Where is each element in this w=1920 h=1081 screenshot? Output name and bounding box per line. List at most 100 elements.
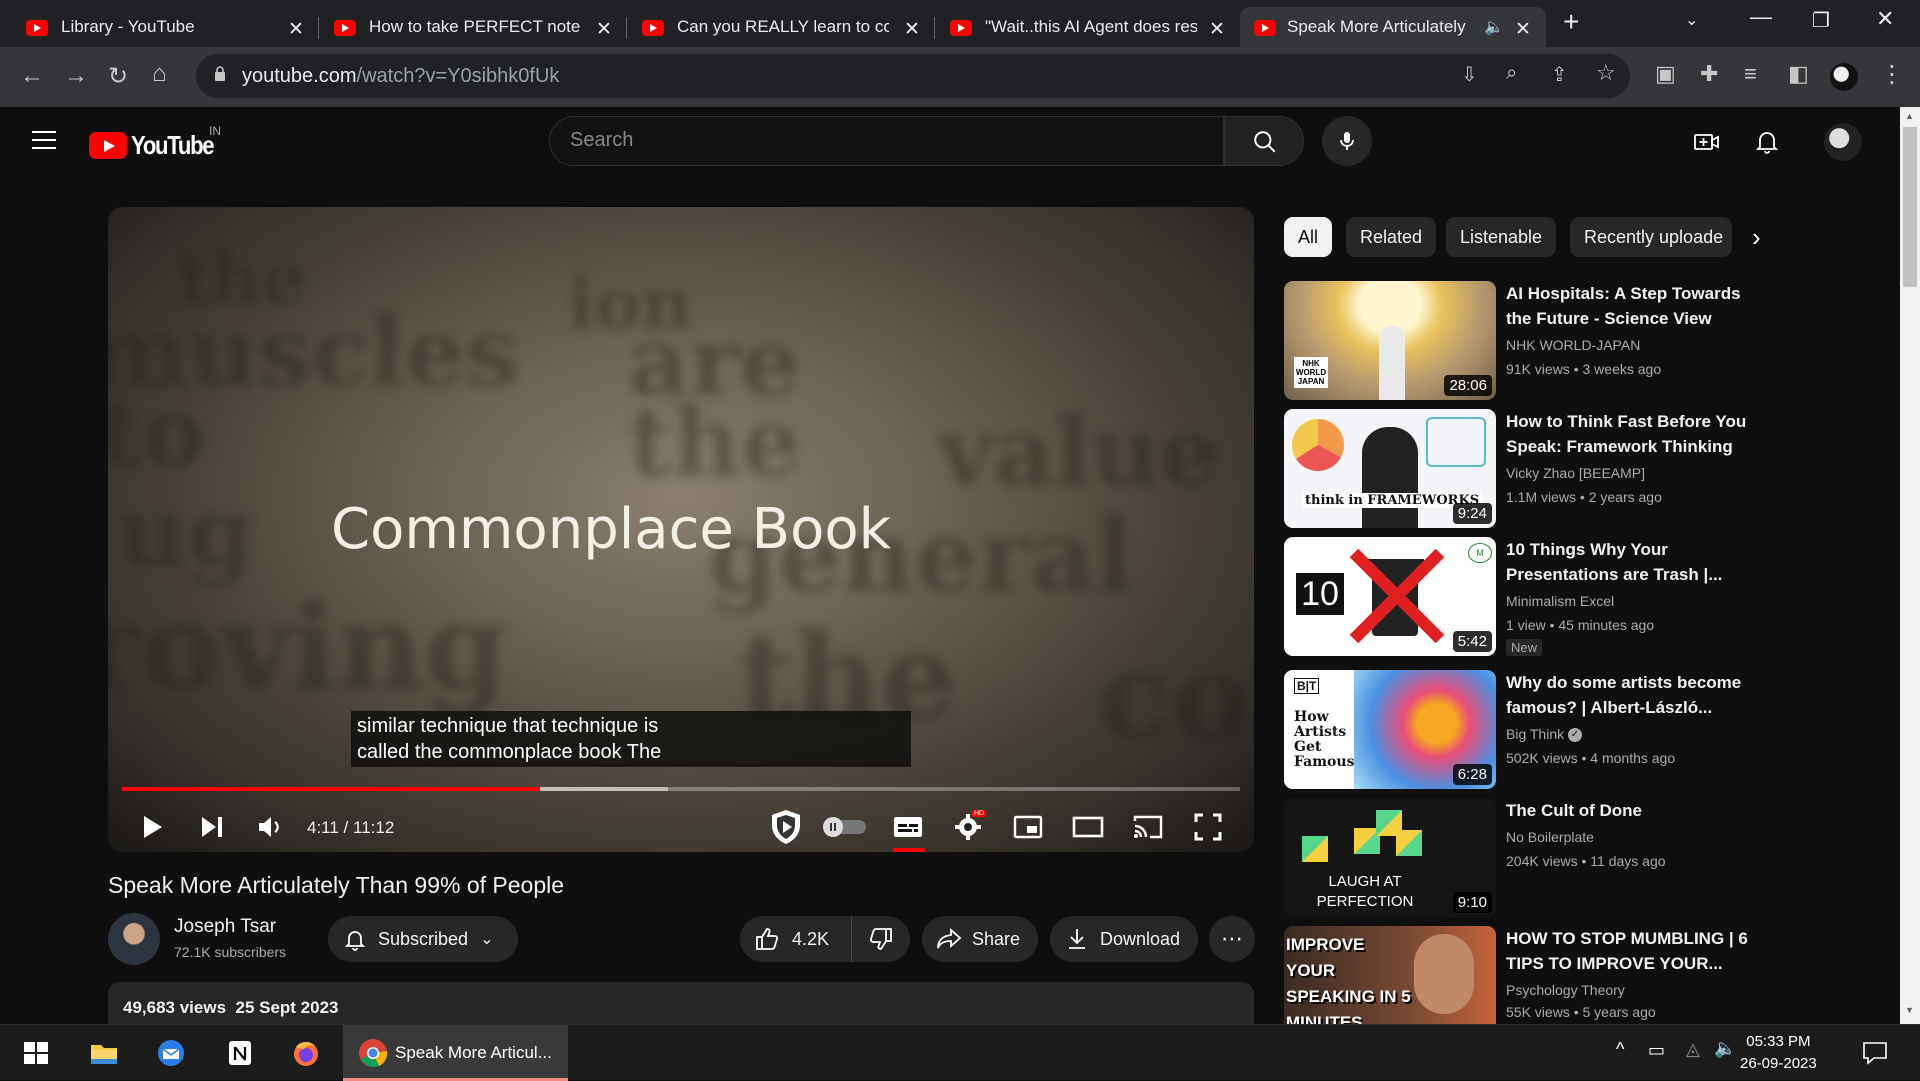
video-thumbnail[interactable]: 10 M 5:42 bbox=[1284, 537, 1496, 656]
chips-next-chevron-icon[interactable]: › bbox=[1752, 222, 1761, 253]
notification-center-icon[interactable] bbox=[1862, 1041, 1888, 1065]
notifications-bell-icon[interactable] bbox=[1752, 127, 1782, 157]
scroll-up-arrow-icon[interactable]: ▲ bbox=[1905, 111, 1914, 121]
recommendation-channel[interactable]: Big Think ✓ bbox=[1506, 726, 1582, 743]
recommendation-title[interactable]: 10 Things Why Your Presentations are Tra… bbox=[1506, 537, 1756, 587]
account-avatar[interactable] bbox=[1824, 123, 1862, 161]
miniplayer-button[interactable] bbox=[1008, 807, 1048, 847]
new-tab-button[interactable]: + bbox=[1563, 6, 1579, 38]
reload-icon[interactable]: ↻ bbox=[108, 62, 128, 91]
autoplay-toggle[interactable] bbox=[820, 807, 870, 847]
tab-ai-agent[interactable]: "Wait..this AI Agent does rese ✕ bbox=[924, 7, 1236, 47]
recommendation-channel[interactable]: No Boilerplate bbox=[1506, 829, 1594, 845]
page-scrollbar[interactable]: ▲ ▼ bbox=[1900, 107, 1920, 1024]
home-icon[interactable]: ⌂ bbox=[152, 60, 167, 88]
windows-start-icon[interactable] bbox=[20, 1037, 52, 1069]
video-thumbnail[interactable]: LAUGH AT PERFECTION 9:10 bbox=[1284, 798, 1496, 917]
file-explorer-icon[interactable] bbox=[88, 1037, 120, 1069]
recommendation-title[interactable]: AI Hospitals: A Step Towards the Future … bbox=[1506, 281, 1756, 331]
chip-all[interactable]: All bbox=[1284, 217, 1333, 257]
youtube-logo[interactable]: YouTube IN bbox=[89, 124, 228, 161]
battery-icon[interactable]: ▭ bbox=[1648, 1040, 1665, 1061]
download-button[interactable]: Download bbox=[1050, 916, 1198, 962]
channel-name[interactable]: Joseph Tsar bbox=[174, 916, 276, 938]
side-panel-icon[interactable]: ◧ bbox=[1788, 61, 1809, 87]
close-tab-icon[interactable]: ✕ bbox=[1209, 18, 1225, 41]
voice-search-button[interactable] bbox=[1322, 116, 1372, 166]
search-input[interactable] bbox=[570, 129, 1210, 152]
minimize-button[interactable]: — bbox=[1750, 4, 1772, 30]
firefox-icon[interactable] bbox=[290, 1037, 322, 1069]
taskbar-chrome-button[interactable]: Speak More Articul... bbox=[343, 1025, 568, 1081]
system-clock[interactable]: 05:33 PM 26-09-2023 bbox=[1740, 1031, 1817, 1075]
fullscreen-button[interactable] bbox=[1188, 807, 1228, 847]
progress-bar[interactable] bbox=[122, 787, 1240, 791]
recommendation-item[interactable]: LAUGH AT PERFECTION 9:10 The Cult of Don… bbox=[1284, 798, 1764, 918]
chip-related[interactable]: Related bbox=[1346, 217, 1437, 257]
wifi-icon[interactable]: ◬ bbox=[1686, 1039, 1700, 1060]
lock-icon[interactable] bbox=[214, 66, 226, 81]
play-button[interactable] bbox=[132, 807, 172, 847]
dislike-button[interactable] bbox=[852, 916, 910, 962]
recommendation-channel[interactable]: Minimalism Excel bbox=[1506, 593, 1614, 609]
video-thumbnail[interactable]: IMPROVE YOUR SPEAKING IN 5 MINUTES bbox=[1284, 926, 1496, 1024]
restore-button[interactable]: ❐ bbox=[1812, 8, 1830, 33]
bookmark-star-icon[interactable]: ☆ bbox=[1596, 60, 1616, 86]
hamburger-menu-icon[interactable] bbox=[32, 131, 56, 149]
search-button[interactable] bbox=[1224, 116, 1304, 166]
close-tab-icon[interactable]: ✕ bbox=[904, 18, 920, 41]
extensions-puzzle-icon[interactable]: ✚ bbox=[1700, 61, 1718, 87]
zoom-icon[interactable]: ⌕ bbox=[1506, 62, 1517, 85]
channel-avatar[interactable] bbox=[108, 913, 160, 965]
recommendation-channel[interactable]: Psychology Theory bbox=[1506, 982, 1625, 998]
chrome-menu-icon[interactable]: ⋮ bbox=[1880, 60, 1904, 89]
settings-button[interactable]: HD bbox=[948, 807, 988, 847]
recommendation-item[interactable]: think in FRAMEWORKS 9:24 How to Think Fa… bbox=[1284, 409, 1764, 529]
like-button[interactable]: 4.2K bbox=[740, 916, 852, 962]
share-button[interactable]: Share bbox=[922, 916, 1038, 962]
create-video-icon[interactable] bbox=[1692, 127, 1722, 157]
recommendation-channel[interactable]: Vicky Zhao [BEEAMP] bbox=[1506, 465, 1645, 481]
scrollbar-thumb[interactable] bbox=[1903, 127, 1917, 287]
recommendation-title[interactable]: Why do some artists become famous? | Alb… bbox=[1506, 670, 1756, 720]
chip-listenable[interactable]: Listenable bbox=[1446, 217, 1557, 257]
video-player[interactable]: the ion muscles are to the value ug gene… bbox=[108, 207, 1254, 852]
tab-search-icon[interactable]: ⌄ bbox=[1685, 10, 1698, 30]
share-page-icon[interactable]: ⇪ bbox=[1551, 62, 1568, 87]
sponsorblock-button[interactable] bbox=[766, 807, 806, 847]
video-thumbnail[interactable]: think in FRAMEWORKS 9:24 bbox=[1284, 409, 1496, 528]
notion-icon[interactable] bbox=[224, 1037, 256, 1069]
tab-speak-more-articulately[interactable]: Speak More Articulately T 🔈 ✕ bbox=[1240, 7, 1546, 47]
close-tab-icon[interactable]: ✕ bbox=[288, 18, 304, 41]
theater-mode-button[interactable] bbox=[1068, 807, 1108, 847]
more-actions-button[interactable]: ⋯ bbox=[1209, 916, 1255, 962]
tab-library[interactable]: Library - YouTube ✕ bbox=[0, 7, 312, 47]
subtitles-button[interactable] bbox=[888, 807, 928, 847]
recommendation-title[interactable]: How to Think Fast Before You Speak: Fram… bbox=[1506, 409, 1756, 459]
subscribed-button[interactable]: Subscribed ⌄ bbox=[328, 916, 518, 962]
close-tab-icon[interactable]: ✕ bbox=[596, 18, 612, 41]
back-icon[interactable]: ← bbox=[20, 62, 44, 90]
recommendation-item[interactable]: B|T How Artists Get Famous 6:28 Why do s… bbox=[1284, 670, 1764, 790]
next-video-button[interactable] bbox=[192, 807, 232, 847]
extension-check-icon[interactable]: ▣ bbox=[1655, 61, 1676, 87]
video-thumbnail[interactable]: NHK WORLD JAPAN 28:06 bbox=[1284, 281, 1496, 400]
recommendation-title[interactable]: The Cult of Done bbox=[1506, 798, 1756, 823]
video-thumbnail[interactable]: B|T How Artists Get Famous 6:28 bbox=[1284, 670, 1496, 789]
chip-recently-uploaded[interactable]: Recently uploade bbox=[1570, 217, 1732, 257]
scroll-down-arrow-icon[interactable]: ▼ bbox=[1905, 1005, 1914, 1015]
volume-button[interactable] bbox=[250, 807, 290, 847]
mail-app-icon[interactable] bbox=[155, 1037, 187, 1069]
recommendation-title[interactable]: HOW TO STOP MUMBLING | 6 TIPS TO IMPROVE… bbox=[1506, 926, 1756, 976]
profile-avatar[interactable] bbox=[1830, 63, 1858, 91]
tab-audio-icon[interactable]: 🔈 bbox=[1484, 17, 1504, 37]
tab-learn-to-code[interactable]: Can you REALLY learn to code ✕ bbox=[616, 7, 928, 47]
tab-perfect-notes[interactable]: How to take PERFECT notes w ✕ bbox=[308, 7, 620, 47]
cast-button[interactable] bbox=[1128, 807, 1168, 847]
install-app-icon[interactable]: ⇩ bbox=[1461, 62, 1478, 87]
recommendation-channel[interactable]: NHK WORLD-JAPAN bbox=[1506, 337, 1640, 353]
show-hidden-icons-icon[interactable]: ^ bbox=[1616, 1039, 1624, 1060]
close-tab-icon[interactable]: ✕ bbox=[1515, 18, 1531, 41]
recommendation-item[interactable]: IMPROVE YOUR SPEAKING IN 5 MINUTES HOW T… bbox=[1284, 926, 1764, 1024]
media-control-icon[interactable]: ≡ bbox=[1744, 61, 1757, 87]
